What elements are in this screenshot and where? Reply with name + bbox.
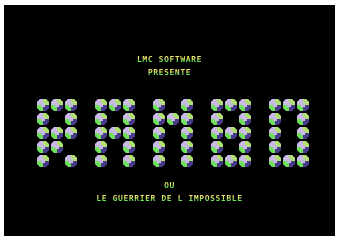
logo-block-icon (269, 155, 281, 167)
logo-block-icon (109, 99, 121, 111)
logo-block-icon (225, 99, 237, 111)
logo-block-icon (239, 155, 251, 167)
logo-block-icon (211, 99, 223, 111)
logo-block-icon (153, 155, 165, 167)
logo-block-icon (123, 99, 135, 111)
logo-block-icon (297, 141, 309, 153)
logo-block-icon (95, 113, 107, 125)
logo-block-icon (225, 127, 237, 139)
logo-block-icon (181, 141, 193, 153)
logo-block-icon (239, 141, 251, 153)
logo-block-icon (95, 141, 107, 153)
logo-block-icon (269, 141, 281, 153)
logo-block-icon (297, 155, 309, 167)
logo-block-icon (65, 99, 77, 111)
logo-block-icon (153, 99, 165, 111)
logo-block-icon (123, 113, 135, 125)
logo-block-icon (239, 127, 251, 139)
logo-block-icon (297, 113, 309, 125)
logo-block-icon (211, 141, 223, 153)
logo-block-icon (283, 99, 295, 111)
subtitle-text: LE GUERRIER DE L IMPOSSIBLE (4, 194, 335, 203)
logo-block-icon (109, 127, 121, 139)
logo-block-icon (181, 155, 193, 167)
logo-block-icon (269, 127, 281, 139)
or-text: OU (4, 181, 335, 190)
logo-block-icon (37, 155, 49, 167)
logo-block-icon (239, 113, 251, 125)
logo-block-icon (269, 99, 281, 111)
logo-block-icon (51, 99, 63, 111)
logo-block-icon (211, 127, 223, 139)
logo-block-icon (181, 127, 193, 139)
logo-block-icon (123, 127, 135, 139)
logo-block-icon (123, 141, 135, 153)
logo-block-icon (51, 141, 63, 153)
logo-block-icon (153, 127, 165, 139)
logo-block-grid (37, 99, 309, 167)
logo-block-icon (37, 113, 49, 125)
window-frame: LMC SOFTWARE PRESENTE OU LE GUERRIER DE … (0, 0, 339, 241)
logo-block-icon (211, 113, 223, 125)
logo-block-icon (37, 127, 49, 139)
logo-block-icon (225, 155, 237, 167)
logo-block-icon (37, 99, 49, 111)
logo-block-icon (297, 99, 309, 111)
logo-block-icon (181, 99, 193, 111)
logo-block-icon (153, 113, 165, 125)
logo-block-icon (95, 155, 107, 167)
logo-block-icon (65, 127, 77, 139)
logo-block-icon (239, 99, 251, 111)
publisher-text: LMC SOFTWARE (4, 55, 335, 64)
game-screen: LMC SOFTWARE PRESENTE OU LE GUERRIER DE … (4, 5, 335, 236)
logo-block-icon (297, 127, 309, 139)
logo-block-icon (51, 127, 63, 139)
logo-block-icon (167, 113, 179, 125)
logo-block-icon (95, 99, 107, 111)
game-logo (33, 98, 309, 170)
logo-block-icon (181, 113, 193, 125)
logo-block-icon (95, 127, 107, 139)
logo-block-icon (65, 113, 77, 125)
logo-block-icon (211, 155, 223, 167)
logo-block-icon (65, 155, 77, 167)
logo-block-icon (153, 141, 165, 153)
presents-text: PRESENTE (4, 68, 335, 77)
logo-block-icon (37, 141, 49, 153)
logo-block-icon (123, 155, 135, 167)
logo-block-icon (269, 113, 281, 125)
logo-block-icon (283, 155, 295, 167)
